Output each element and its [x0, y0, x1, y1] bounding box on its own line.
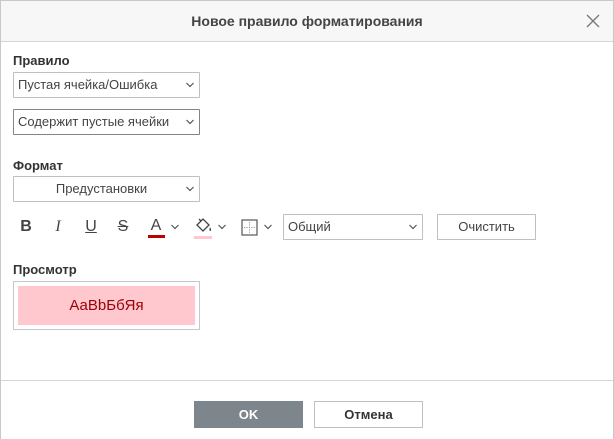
bold-button[interactable]: B	[15, 215, 37, 239]
fill-color-button[interactable]	[191, 215, 229, 239]
rule-condition-select[interactable]: Содержит пустые ячейки	[13, 109, 200, 135]
number-format-select[interactable]: Общий	[283, 214, 423, 240]
preview-box: АаBbБбЯя	[13, 281, 200, 330]
new-formatting-rule-dialog: Новое правило форматирования Правило Пус…	[0, 0, 614, 439]
preset-value: Предустановки	[55, 181, 148, 196]
chevron-down-icon	[264, 224, 272, 230]
italic-button[interactable]: I	[47, 215, 69, 239]
cancel-button[interactable]: Отмена	[314, 401, 423, 428]
chevron-down-icon	[186, 119, 194, 125]
preset-select[interactable]: Предустановки	[13, 176, 200, 202]
preview-label: Просмотр	[13, 262, 77, 277]
rule-type-value: Пустая ячейка/Ошибка	[18, 77, 158, 92]
chevron-down-icon	[186, 186, 194, 192]
rule-label: Правило	[13, 53, 70, 68]
dialog-footer: OK Отмена	[1, 380, 613, 439]
rule-condition-value: Содержит пустые ячейки	[18, 114, 170, 129]
font-color-swatch	[148, 235, 165, 238]
strikethrough-button[interactable]: S	[112, 215, 134, 239]
paint-bucket-icon	[196, 218, 212, 232]
close-icon[interactable]	[584, 12, 602, 30]
preview-sample: АаBbБбЯя	[18, 286, 195, 325]
bold-icon: B	[20, 218, 32, 235]
dialog-title: Новое правило форматирования	[191, 13, 423, 29]
borders-icon	[241, 219, 258, 236]
chevron-down-icon	[218, 224, 226, 230]
number-format-value: Общий	[288, 219, 331, 234]
italic-icon: I	[55, 218, 61, 235]
ok-button[interactable]: OK	[194, 401, 303, 428]
underline-icon: U	[85, 218, 97, 235]
fill-color-swatch	[194, 236, 212, 239]
chevron-down-icon	[171, 224, 179, 230]
rule-type-select[interactable]: Пустая ячейка/Ошибка	[13, 72, 200, 98]
format-label: Формат	[13, 158, 63, 173]
underline-button[interactable]: U	[80, 215, 102, 239]
chevron-down-icon	[186, 82, 194, 88]
chevron-down-icon	[409, 224, 417, 230]
dialog-titlebar: Новое правило форматирования	[1, 1, 613, 42]
strikethrough-icon: S	[117, 218, 129, 235]
clear-button[interactable]: Очистить	[437, 214, 536, 240]
font-color-button[interactable]: A	[145, 215, 181, 239]
borders-button[interactable]	[239, 215, 273, 239]
